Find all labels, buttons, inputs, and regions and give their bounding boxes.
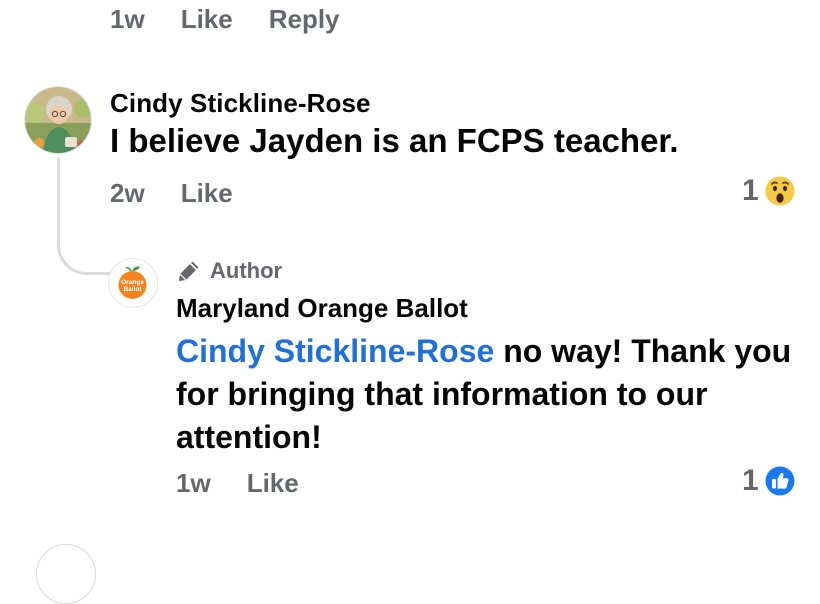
logo-text-line-1: Orange <box>121 279 144 286</box>
previous-comment-time: 1w <box>110 4 145 34</box>
reply-text: Cindy Stickline-Rose no way! Thank you f… <box>176 330 806 459</box>
comment-time[interactable]: 2w <box>110 178 145 209</box>
mention-link[interactable]: Cindy Stickline-Rose <box>176 333 494 369</box>
reply-actions: 1w Like <box>176 468 299 499</box>
reply-time[interactable]: 1w <box>176 468 211 499</box>
wow-emoji-icon <box>763 175 796 207</box>
like-thumb-icon <box>763 465 796 497</box>
reply-author-name[interactable]: Maryland Orange Ballot <box>176 293 468 324</box>
comment-like-button[interactable]: Like <box>181 178 233 209</box>
page-avatar[interactable]: Orange Ballot <box>108 258 158 308</box>
thread-connector-line <box>57 158 113 275</box>
comment-text: I believe Jayden is an FCPS teacher. <box>110 122 679 159</box>
previous-reply-button[interactable]: Reply <box>269 4 340 35</box>
comment-reactions[interactable]: 1 <box>742 174 797 208</box>
reply-like-button[interactable]: Like <box>247 468 299 499</box>
pencil-icon <box>179 261 199 281</box>
commenter-avatar-image <box>25 87 91 153</box>
logo-text-line-2: Ballot <box>123 286 142 293</box>
orange-ballot-logo: Orange Ballot <box>118 266 147 299</box>
author-badge-label: Author <box>210 258 283 283</box>
previous-comment-actions: 1w Like Reply <box>110 4 340 35</box>
next-comment-avatar[interactable] <box>36 544 96 604</box>
comment-actions: 2w Like <box>110 178 233 209</box>
reply-reactions[interactable]: 1 <box>742 464 797 498</box>
author-badge: Author <box>176 258 282 284</box>
previous-like-button[interactable]: Like <box>181 4 233 35</box>
commenter-name[interactable]: Cindy Stickline-Rose <box>110 88 371 119</box>
comment-reaction-count: 1 <box>742 174 759 207</box>
commenter-avatar[interactable] <box>24 86 92 154</box>
reply-reaction-count: 1 <box>742 464 759 497</box>
